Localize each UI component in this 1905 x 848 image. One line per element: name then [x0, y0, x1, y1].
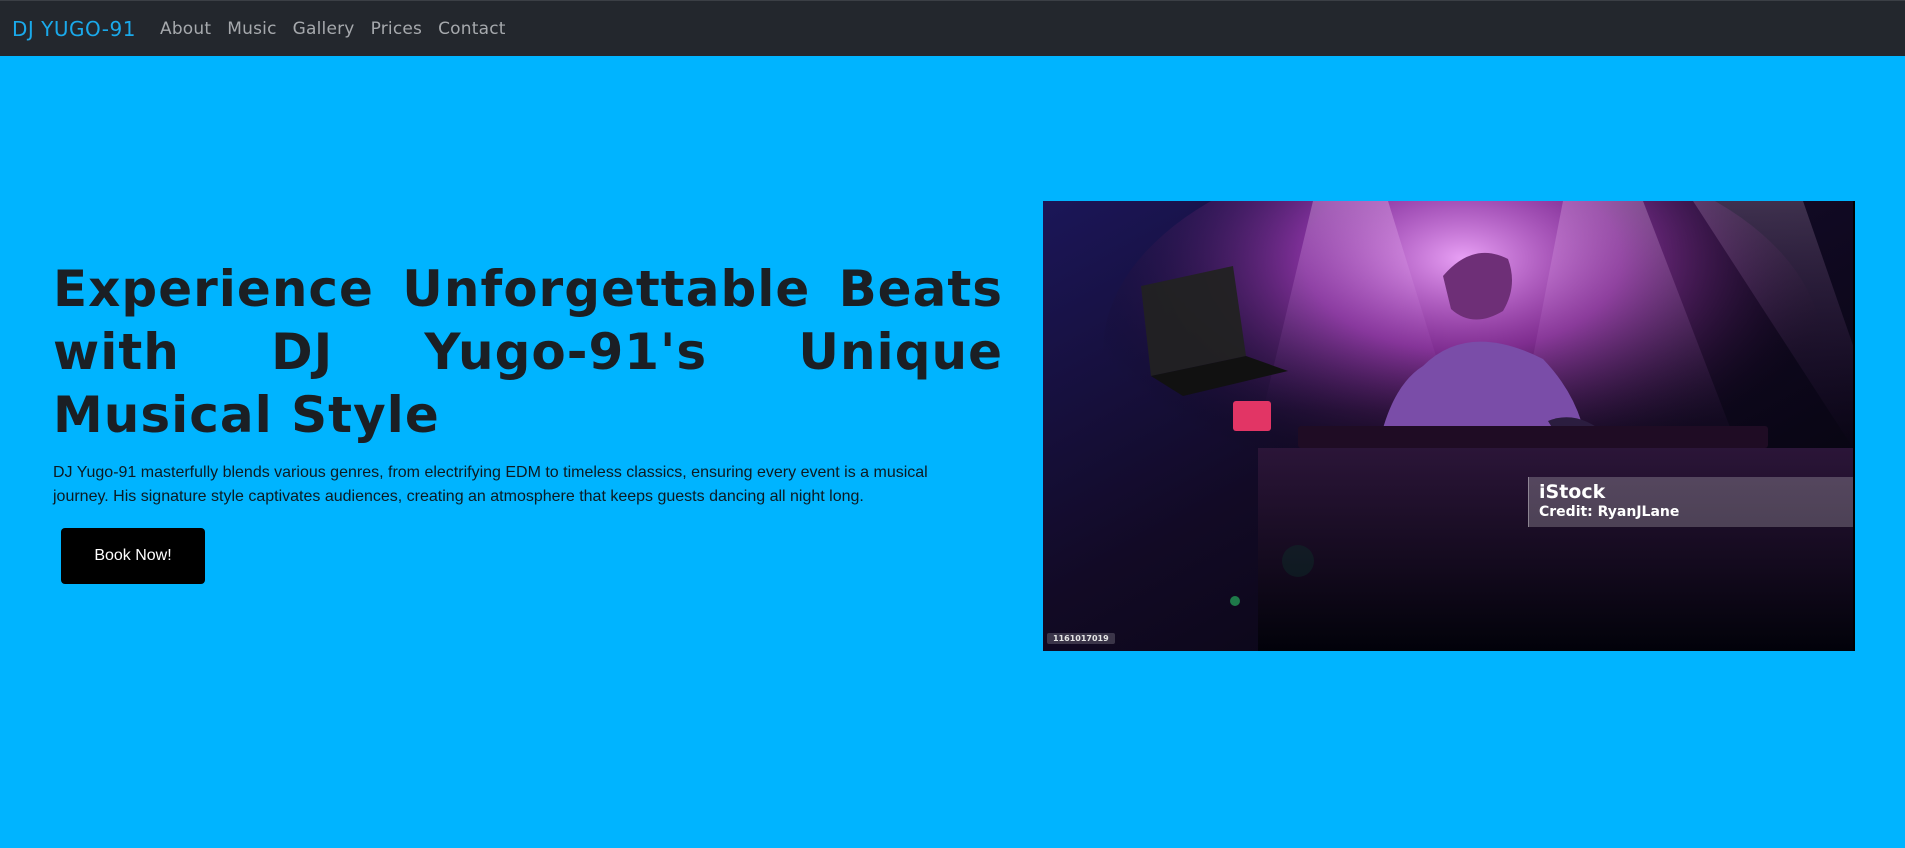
nav-link-about[interactable]: About	[160, 19, 211, 39]
stock-credit: Credit: RyanJLane	[1539, 504, 1680, 520]
hero-headline: Experience Unforgettable Beats with DJ Y…	[53, 260, 1003, 444]
stock-id: 1161017019	[1047, 633, 1115, 644]
nav-link-music[interactable]: Music	[227, 19, 276, 39]
stock-watermark: iStock Credit: RyanJLane	[1528, 477, 1853, 527]
dj-hero-image: iStock Credit: RyanJLane 1161017019	[1043, 201, 1855, 651]
navbar: DJ YUGO-91 About Music Gallery Prices Co…	[0, 0, 1905, 56]
nav-link-contact[interactable]: Contact	[438, 19, 506, 39]
dj-photo-illustration	[1043, 201, 1853, 651]
book-now-button[interactable]: Book Now!	[61, 528, 205, 584]
nav-links: About Music Gallery Prices Contact	[160, 19, 506, 39]
nav-link-gallery[interactable]: Gallery	[293, 19, 355, 39]
hero-description: DJ Yugo-91 masterfully blends various ge…	[53, 464, 928, 505]
hero-section: Experience Unforgettable Beats with DJ Y…	[0, 56, 1905, 848]
hero-text: Experience Unforgettable Beats with DJ Y…	[53, 258, 1003, 509]
nav-link-prices[interactable]: Prices	[371, 19, 423, 39]
istock-logo: iStock	[1539, 481, 1606, 503]
brand-link[interactable]: DJ YUGO-91	[12, 17, 136, 41]
